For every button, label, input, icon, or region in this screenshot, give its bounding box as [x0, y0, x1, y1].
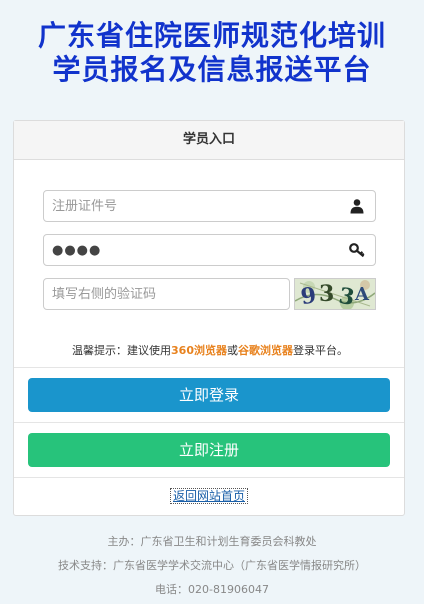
- back-home-wrapper: 返回网站首页: [14, 487, 404, 504]
- svg-text:A: A: [354, 284, 370, 305]
- divider: [14, 422, 404, 423]
- panel-heading: 学员入口: [14, 121, 404, 160]
- tip-browser-360: 360浏览器: [171, 344, 227, 357]
- divider: [14, 477, 404, 478]
- footer-tech-support: 技术支持：广东省医学学术交流中心（广东省医学情报研究所）: [58, 559, 366, 572]
- user-icon: [349, 198, 365, 214]
- username-field-wrapper: [43, 190, 376, 222]
- captcha-image[interactable]: 9 3 3 A: [294, 278, 376, 310]
- captcha-input[interactable]: [44, 279, 285, 309]
- page-title-line2: 学员报名及信息报送平台: [52, 53, 372, 86]
- back-home-link[interactable]: 返回网站首页: [169, 488, 248, 504]
- browser-tip: 温馨提示：建议使用360浏览器或谷歌浏览器登录平台。: [14, 342, 406, 358]
- footer-sponsor: 主办：广东省卫生和计划生育委员会科教处: [107, 535, 317, 548]
- key-icon: [349, 242, 365, 258]
- svg-text:3: 3: [319, 281, 334, 307]
- captcha-field-wrapper: [43, 278, 290, 310]
- register-button[interactable]: 立即注册: [28, 433, 390, 467]
- tip-prefix: 温馨提示：建议使用: [72, 344, 172, 357]
- tip-browser-chrome: 谷歌浏览器: [237, 344, 293, 357]
- tip-middle: 或: [226, 344, 238, 357]
- divider: [14, 367, 404, 368]
- password-field-wrapper: [43, 234, 376, 266]
- page-title-line1: 广东省住院医师规范化培训: [37, 19, 386, 52]
- login-button[interactable]: 立即登录: [28, 378, 390, 412]
- footer-phone: 电话：020-81906047: [155, 583, 269, 596]
- login-panel: 学员入口 9: [13, 120, 405, 516]
- tip-suffix: 登录平台。: [292, 344, 348, 357]
- password-input[interactable]: [44, 235, 350, 265]
- username-input[interactable]: [44, 191, 350, 221]
